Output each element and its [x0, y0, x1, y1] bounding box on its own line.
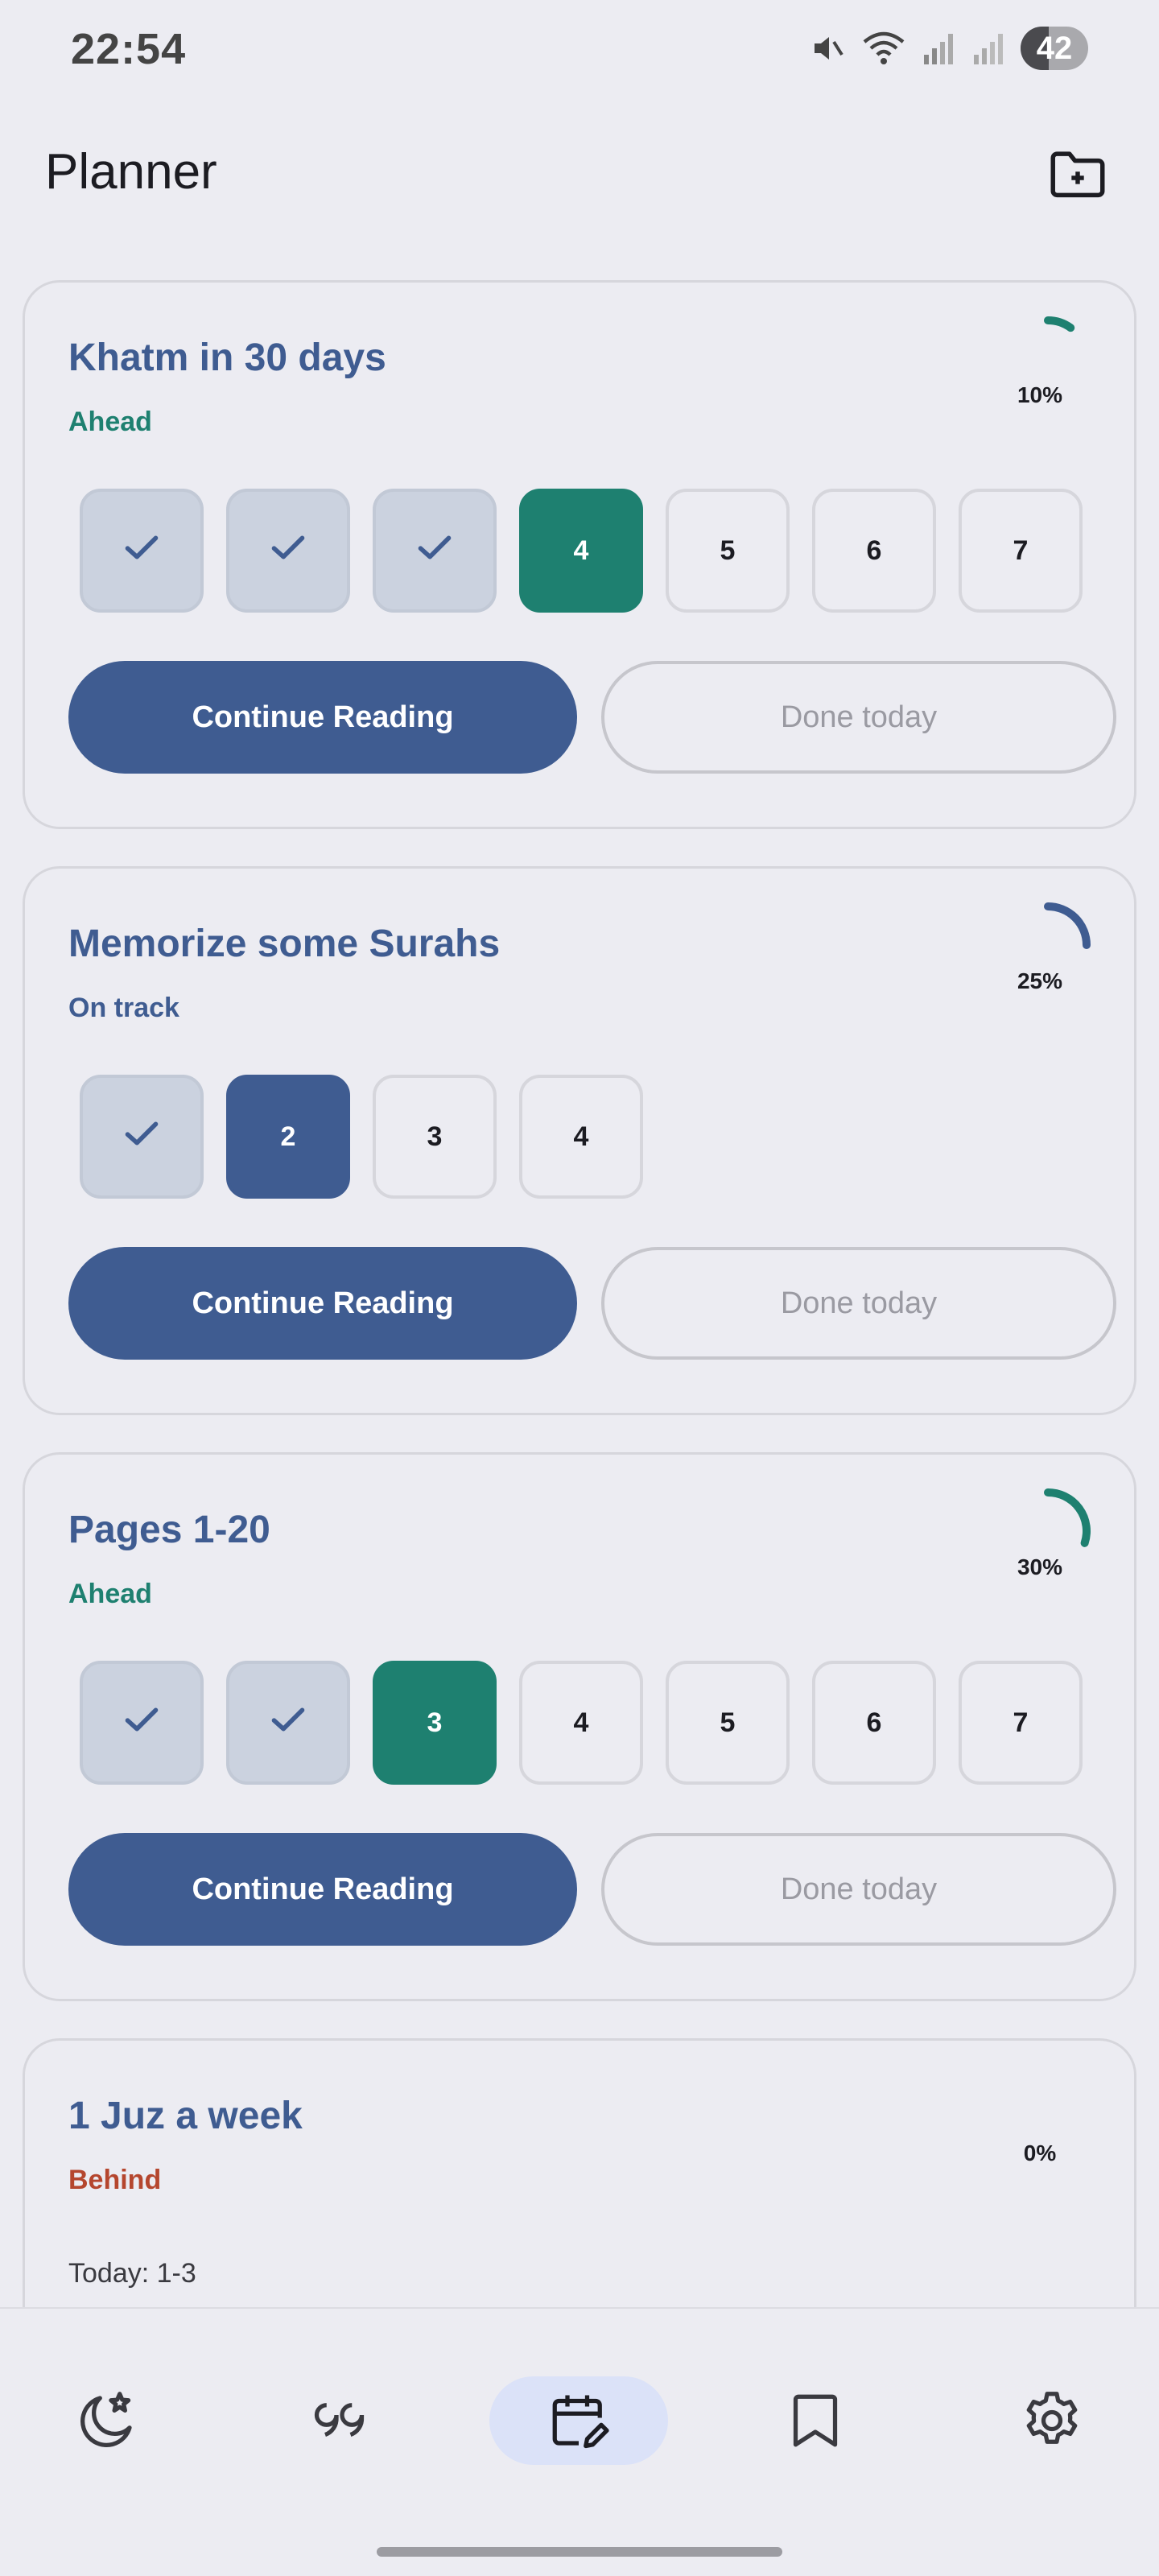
plan-title: Khatm in 30 days	[68, 336, 386, 379]
day-chip[interactable]: 4	[519, 1075, 643, 1199]
day-number: 4	[573, 1707, 589, 1738]
check-icon	[412, 525, 457, 577]
progress-arc	[1044, 902, 1091, 949]
day-chip[interactable]: 6	[812, 489, 936, 613]
nav-item-home[interactable]	[63, 2376, 151, 2465]
plan-title: Pages 1-20	[68, 1509, 270, 1551]
day-chip-current[interactable]: 4	[519, 489, 643, 613]
bottom-navigation	[0, 2307, 1159, 2576]
continue-reading-button[interactable]: Continue Reading	[68, 1833, 577, 1946]
settings-icon	[1026, 2392, 1078, 2444]
mute-icon	[808, 29, 847, 68]
battery-icon: 42	[1021, 27, 1088, 70]
home-indicator[interactable]	[377, 2547, 782, 2557]
day-chip-done[interactable]	[226, 1661, 350, 1785]
progress-ring: 30%	[1004, 1487, 1092, 1579]
day-number: 4	[573, 1121, 589, 1152]
done-today-button[interactable]: Done today	[601, 1247, 1116, 1360]
day-number: 5	[720, 535, 736, 566]
calendar-edit-icon	[552, 2395, 609, 2449]
battery-percent: 42	[1036, 31, 1073, 66]
day-chip[interactable]: 5	[666, 1661, 790, 1785]
check-icon	[119, 525, 164, 577]
plan-card[interactable]: Pages 1-20 Ahead 30% 3 4 5 6 7 Continue Read…	[23, 1452, 1136, 2001]
progress-arc	[1044, 316, 1075, 332]
progress-arc	[1044, 1488, 1091, 1547]
nav-item-planner[interactable]	[489, 2376, 668, 2465]
day-chip[interactable]: 5	[666, 489, 790, 613]
day-number: 6	[866, 535, 882, 566]
plan-card[interactable]: Khatm in 30 days Ahead 10% 4 5 6 7 Continue…	[23, 280, 1136, 829]
plan-title: Memorize some Surahs	[68, 923, 501, 965]
progress-percent: 30%	[1017, 1554, 1063, 1579]
day-number: 6	[866, 1707, 882, 1738]
day-chip[interactable]: 4	[519, 1661, 643, 1785]
quote-icon	[314, 2403, 365, 2437]
done-today-button[interactable]: Done today	[601, 1833, 1116, 1946]
day-chip-done[interactable]	[80, 1075, 204, 1199]
plan-actions: Continue Reading Done today	[68, 1247, 1116, 1360]
planner-screen: 22:54 42 Planner Khatm in 30 days Ahead …	[0, 0, 1159, 2576]
day-number: 2	[280, 1121, 296, 1152]
signal-icon	[921, 29, 956, 68]
day-number: 3	[427, 1121, 443, 1152]
day-chip-done[interactable]	[80, 489, 204, 613]
today-range: Today: 1-3	[68, 2258, 196, 2289]
day-chip-current[interactable]: 3	[373, 1661, 497, 1785]
day-number: 7	[1013, 1707, 1029, 1738]
progress-percent: 0%	[1023, 2140, 1057, 2165]
continue-reading-button[interactable]: Continue Reading	[68, 1247, 577, 1360]
progress-ring: 25%	[1004, 901, 1092, 993]
day-strip: 4 5 6 7	[80, 489, 1083, 613]
day-chip[interactable]: 7	[959, 489, 1083, 613]
nav-item-settings[interactable]	[1008, 2376, 1096, 2465]
wifi-icon	[861, 29, 906, 68]
status-time: 22:54	[71, 25, 187, 73]
progress-percent: 10%	[1017, 382, 1063, 407]
add-folder-button[interactable]	[1041, 137, 1114, 209]
day-chip-current[interactable]: 2	[226, 1075, 350, 1199]
plan-status: Ahead	[68, 407, 152, 437]
signal-icon	[971, 29, 1006, 68]
progress-ring: 0%	[1004, 2073, 1092, 2165]
day-number: 7	[1013, 535, 1029, 566]
check-icon	[119, 1697, 164, 1749]
plan-status: Behind	[68, 2165, 162, 2195]
progress-percent: 25%	[1017, 968, 1063, 993]
app-header: Planner	[0, 121, 1159, 225]
status-bar: 22:54 42	[0, 0, 1159, 97]
check-icon	[266, 525, 311, 577]
nav-item-quotes[interactable]	[298, 2376, 386, 2465]
day-chip-done[interactable]	[373, 489, 497, 613]
continue-reading-button[interactable]: Continue Reading	[68, 661, 577, 774]
bookmark-icon	[793, 2394, 838, 2447]
plan-title: 1 Juz a week	[68, 2095, 303, 2137]
plan-status: Ahead	[68, 1579, 152, 1609]
day-number: 5	[720, 1707, 736, 1738]
plan-card[interactable]: Memorize some Surahs On track 25% 2 3 4 Co…	[23, 866, 1136, 1415]
page-title: Planner	[45, 144, 217, 200]
day-number: 4	[573, 535, 589, 566]
check-icon	[119, 1111, 164, 1163]
day-chip[interactable]: 3	[373, 1075, 497, 1199]
day-strip: 3 4 5 6 7	[80, 1661, 1083, 1785]
moon-star-icon	[80, 2392, 132, 2447]
progress-ring: 10%	[1004, 315, 1092, 407]
done-today-button[interactable]: Done today	[601, 661, 1116, 774]
day-strip: 2 3 4	[80, 1075, 643, 1199]
plan-actions: Continue Reading Done today	[68, 1833, 1116, 1946]
day-chip[interactable]: 6	[812, 1661, 936, 1785]
nav-item-bookmarks[interactable]	[771, 2376, 860, 2465]
day-chip[interactable]: 7	[959, 1661, 1083, 1785]
plan-status: On track	[68, 993, 179, 1023]
check-icon	[266, 1697, 311, 1749]
day-chip-done[interactable]	[226, 489, 350, 613]
folder-plus-icon	[1050, 151, 1105, 198]
day-chip-done[interactable]	[80, 1661, 204, 1785]
plan-actions: Continue Reading Done today	[68, 661, 1116, 774]
day-number: 3	[427, 1707, 443, 1738]
status-icons: 42	[808, 24, 1088, 72]
